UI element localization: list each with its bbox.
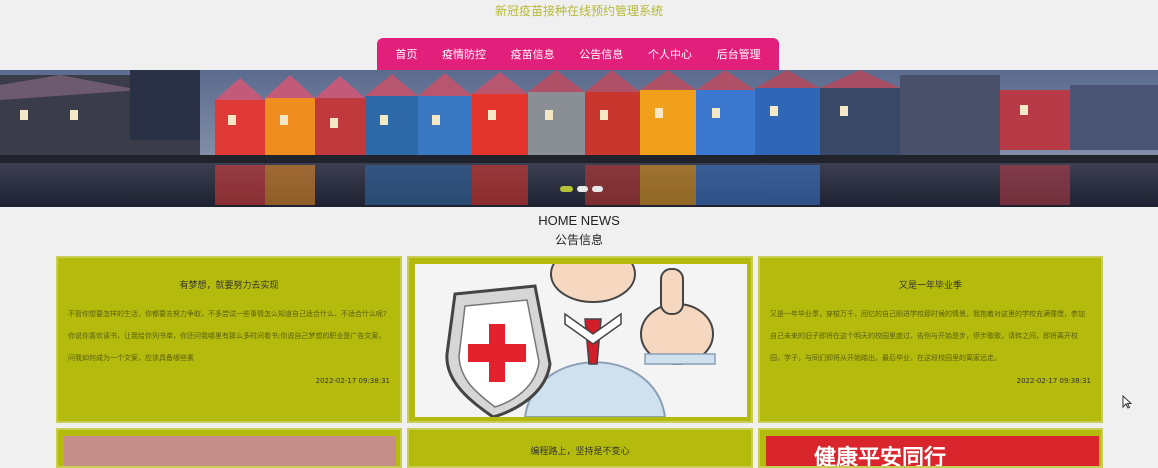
arrow-cursor-icon	[1122, 395, 1132, 409]
nav-item-epidemic-control[interactable]: 疫情防控	[442, 46, 486, 62]
carousel-indicators	[560, 186, 603, 192]
section-heading-en: HOME NEWS	[538, 213, 620, 228]
news-card-date: 2022-02-17 09:38:31	[1016, 377, 1091, 385]
main-nav: 首页 疫情防控 疫苗信息 公告信息 个人中心 后台管理	[377, 38, 779, 70]
news-card-image-partial[interactable]	[56, 428, 402, 468]
doctor-shield-illustration	[415, 264, 747, 417]
nav-item-announcements[interactable]: 公告信息	[579, 46, 623, 62]
news-card-image[interactable]	[407, 256, 753, 423]
site-title: 新冠疫苗接种在线预约管理系统	[494, 4, 663, 18]
news-card[interactable]: 又是一年毕业季 又是一年毕业季，穿梭万千，回忆的自己刚进学校那时候的情景，我抱着…	[758, 256, 1103, 423]
news-card-date: 2022-02-17 09:38:31	[315, 377, 390, 385]
carousel-dot-1[interactable]	[560, 186, 573, 192]
nav-item-personal-center[interactable]: 个人中心	[648, 46, 692, 62]
news-card[interactable]: 有梦想，就要努力去实现 不管你想要怎样的生活，你都要去努力争取，不多尝试一些事情…	[56, 256, 402, 423]
news-card-image-partial[interactable]: 健康平安同行	[758, 428, 1103, 468]
news-card-partial[interactable]: 编程路上，坚持是不变心	[407, 428, 753, 468]
news-card-title: 编程路上，坚持是不变心	[530, 447, 630, 457]
nav-item-vaccine-info[interactable]: 疫苗信息	[511, 46, 555, 62]
news-card-title: 有梦想，就要努力去实现	[179, 281, 279, 291]
nav-item-home[interactable]: 首页	[395, 46, 417, 62]
news-card-title: 又是一年毕业季	[898, 281, 962, 291]
health-banner-image: 健康平安同行	[766, 436, 1099, 466]
news-card-excerpt: 不管你想要怎样的生活，你都要去努力争取，不多尝试一些事情怎么知道自己适合什么、不…	[68, 310, 387, 362]
carousel-dot-3[interactable]	[592, 186, 603, 192]
carousel-dot-2[interactable]	[577, 186, 588, 192]
nav-item-admin[interactable]: 后台管理	[717, 46, 761, 62]
news-card-excerpt: 又是一年毕业季，穿梭万千，回忆的自己刚进学校那时候的情景，我抱着对这里的学校充满…	[770, 310, 1085, 362]
handwritten-photo	[64, 436, 396, 466]
health-banner-text: 健康平安同行	[814, 446, 947, 466]
section-heading-zh: 公告信息	[554, 233, 603, 247]
